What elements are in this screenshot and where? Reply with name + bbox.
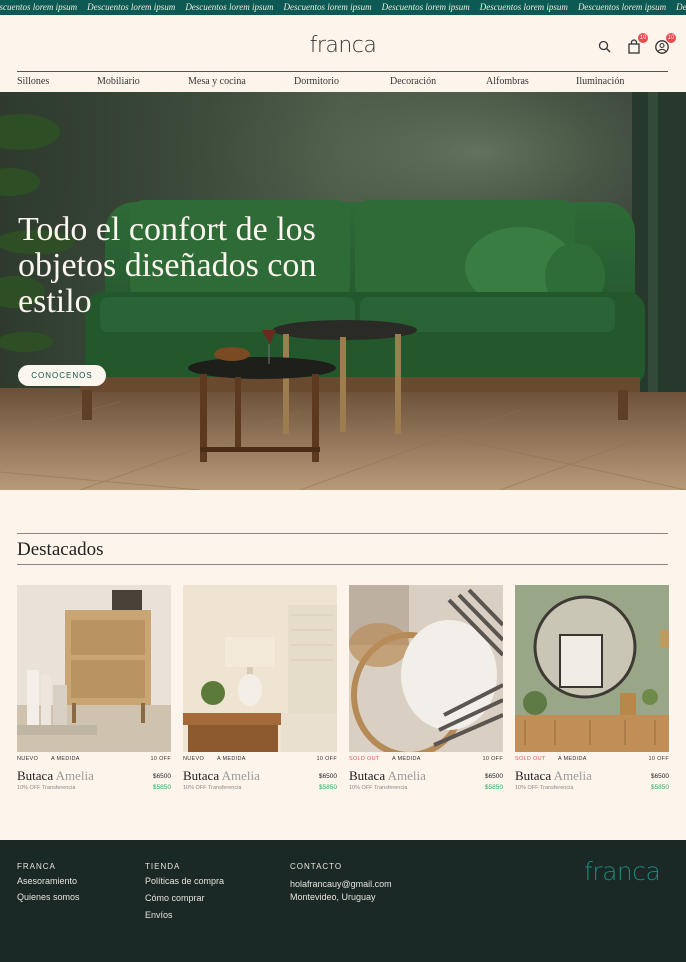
ticker-item: Descuentos lorem ipsum <box>185 2 274 12</box>
site-header: franca 10 10 <box>0 15 686 72</box>
product-name[interactable]: Butaca Amelia <box>183 768 260 784</box>
footer-heading-tienda: TIENDA <box>145 862 181 871</box>
product-image[interactable] <box>17 585 171 752</box>
product-image[interactable] <box>349 585 503 752</box>
footer-link-envios[interactable]: Envíos <box>145 910 173 920</box>
ticker-item: Descuentos lorem ipsum <box>87 2 176 12</box>
product-card[interactable]: NUEVO A MEDIDA 10 OFF Butaca Amelia $650… <box>17 585 171 800</box>
hero-cta-button[interactable]: CONOCENOS <box>18 365 106 386</box>
footer-link-politicas[interactable]: Políticas de compra <box>145 876 224 886</box>
product-tag-custom: A MEDIDA <box>217 756 246 762</box>
product-sale-price: $5850 <box>318 784 337 791</box>
ticker-item: Descuentos lorem ipsum <box>283 2 372 12</box>
product-image[interactable] <box>515 585 669 752</box>
footer-location: Montevideo, Uruguay <box>290 892 376 902</box>
account-badge: 10 <box>666 33 676 43</box>
product-price: $6500 <box>484 773 503 780</box>
footer-heading-contacto: CONTACTO <box>290 862 343 871</box>
product-price: $6500 <box>152 773 171 780</box>
ticker-item: Descuentos lorem ipsum <box>676 2 686 12</box>
product-tag: SOLD OUT <box>349 756 380 762</box>
nav-item-decoracion[interactable]: Decoración <box>390 76 436 87</box>
product-tag: NUEVO <box>183 756 205 762</box>
product-sale-price: $5850 <box>484 784 503 791</box>
product-card[interactable]: SOLD OUT A MEDIDA 10 OFF Butaca Amelia $… <box>515 585 669 800</box>
nav-item-mesa-cocina[interactable]: Mesa y cocina <box>188 76 246 87</box>
shopping-bag-icon[interactable]: 10 <box>626 33 648 55</box>
brand-logo[interactable]: franca <box>0 33 686 58</box>
site-footer: FRANCA Asesoramiento Quienes somos TIEND… <box>0 840 686 962</box>
product-card[interactable]: SOLD OUT A MEDIDA 10 OFF Butaca Amelia $… <box>349 585 503 800</box>
footer-link-asesoramiento[interactable]: Asesoramiento <box>17 876 77 886</box>
hero-title: Todo el confort de los objetos diseñados… <box>18 211 317 320</box>
product-tag-custom: A MEDIDA <box>392 756 421 762</box>
section-divider-top <box>17 533 668 534</box>
nav-item-mobiliario[interactable]: Mobiliario <box>97 76 140 87</box>
product-name[interactable]: Butaca Amelia <box>515 768 592 784</box>
product-name[interactable]: Butaca Amelia <box>349 768 426 784</box>
product-promo: 10% OFF Transferencia <box>17 785 76 791</box>
product-name[interactable]: Butaca Amelia <box>17 768 94 784</box>
nav-item-alfombras[interactable]: Alfombras <box>486 76 529 87</box>
footer-link-quienes-somos[interactable]: Quienes somos <box>17 892 80 902</box>
promo-ticker: Descuentos lorem ipsum Descuentos lorem … <box>0 0 686 15</box>
product-tag-custom: A MEDIDA <box>51 756 80 762</box>
search-icon[interactable] <box>597 39 613 55</box>
product-sale-price: $5850 <box>152 784 171 791</box>
product-tag: SOLD OUT <box>515 756 546 762</box>
footer-logo[interactable]: franca <box>584 857 661 886</box>
product-promo: 10% OFF Transferencia <box>349 785 408 791</box>
footer-heading-franca: FRANCA <box>17 862 56 871</box>
product-sale-price: $5850 <box>650 784 669 791</box>
ticker-item: Descuentos lorem ipsum <box>577 2 667 12</box>
product-card[interactable]: NUEVO A MEDIDA 10 OFF Butaca Amelia $650… <box>183 585 337 800</box>
product-tag: NUEVO <box>17 756 39 762</box>
user-icon[interactable]: 10 <box>654 33 676 55</box>
nav-item-iluminacion[interactable]: Iluminación <box>576 76 624 87</box>
product-tag-custom: A MEDIDA <box>558 756 587 762</box>
ticker-item: Descuentos lorem ipsum <box>381 2 470 12</box>
product-price: $6500 <box>650 773 669 780</box>
ticker-item: Descuentos lorem ipsum <box>0 2 78 12</box>
footer-link-como-comprar[interactable]: Cómo comprar <box>145 893 205 903</box>
product-discount: 10 OFF <box>648 756 669 762</box>
section-divider-bottom <box>17 564 668 565</box>
product-discount: 10 OFF <box>150 756 171 762</box>
nav-item-dormitorio[interactable]: Dormitorio <box>294 76 339 87</box>
product-image[interactable] <box>183 585 337 752</box>
product-price: $6500 <box>318 773 337 780</box>
product-promo: 10% OFF Transferencia <box>515 785 574 791</box>
section-title: Destacados <box>17 539 104 560</box>
footer-email[interactable]: holafrancauy@gmail.com <box>290 879 392 889</box>
ticker-item: Descuentos lorem ipsum <box>479 2 568 12</box>
cart-count-badge: 10 <box>638 33 648 43</box>
product-promo: 10% OFF Transferencia <box>183 785 242 791</box>
product-discount: 10 OFF <box>482 756 503 762</box>
category-nav: Sillones Mobiliario Mesa y cocina Dormit… <box>17 72 668 92</box>
hero-banner: Todo el confort de los objetos diseñados… <box>0 92 686 490</box>
product-discount: 10 OFF <box>316 756 337 762</box>
nav-item-sillones[interactable]: Sillones <box>17 76 49 87</box>
